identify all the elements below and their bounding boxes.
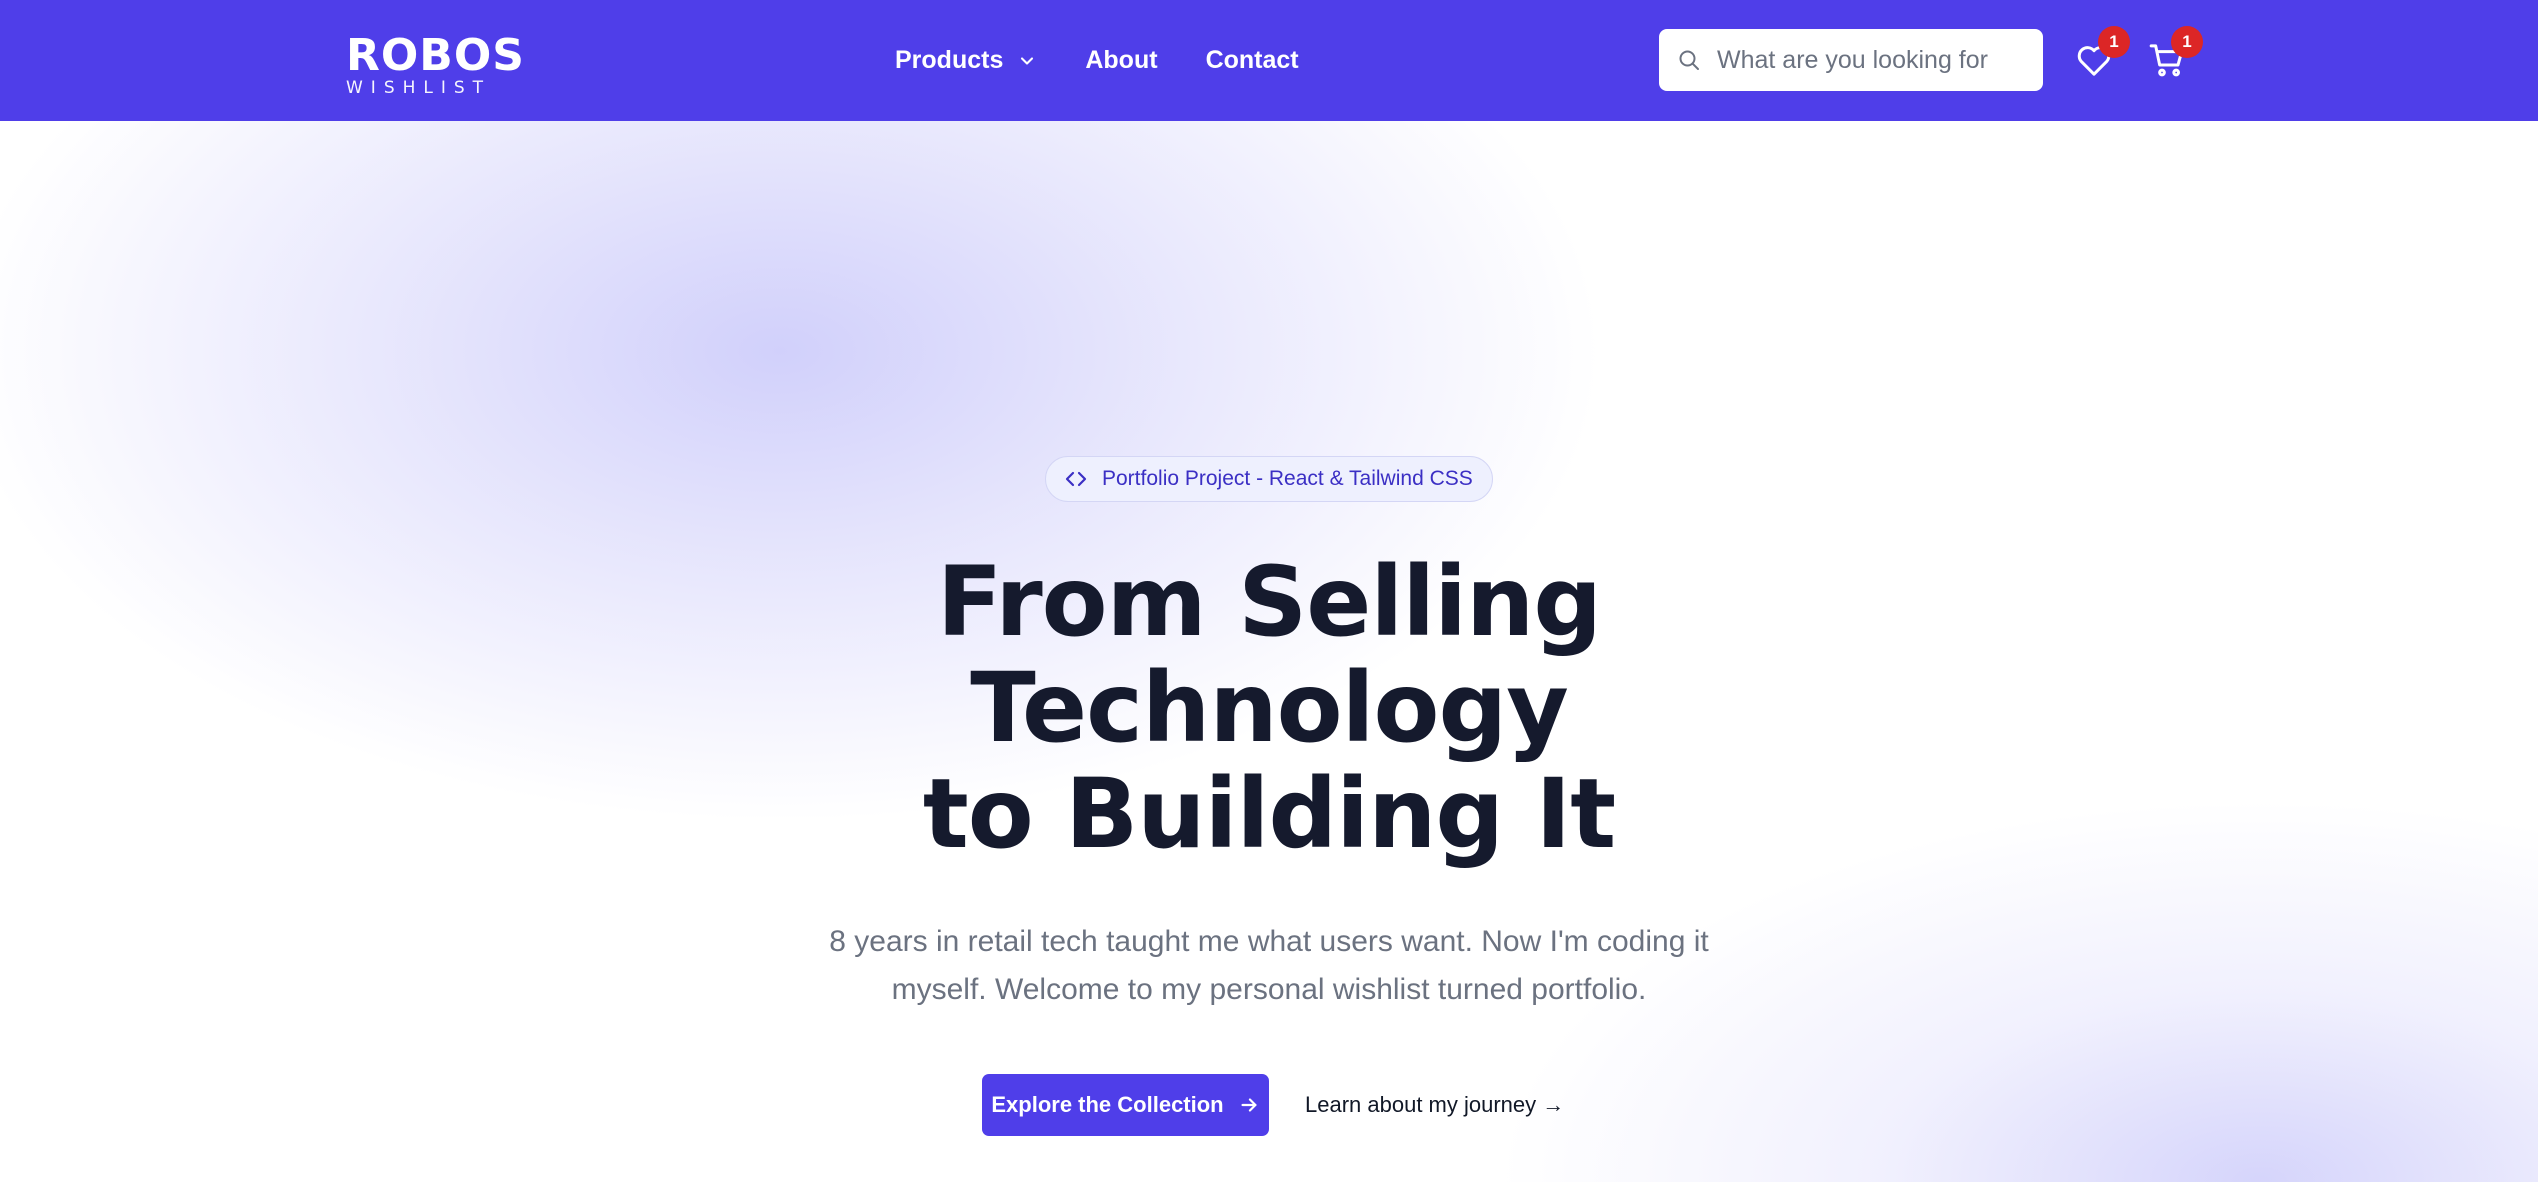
search-input[interactable] bbox=[1717, 45, 2017, 75]
headline-line: Technology bbox=[970, 652, 1569, 764]
nav-item-about[interactable]: About bbox=[1085, 46, 1157, 75]
chevron-down-icon bbox=[1021, 56, 1034, 65]
search-box bbox=[1659, 29, 2043, 91]
learn-journey-link[interactable]: Learn about my journey → bbox=[1305, 1074, 1564, 1136]
hero-subtext: 8 years in retail tech taught me what us… bbox=[0, 918, 2538, 1014]
main-nav: Products About Contact bbox=[895, 0, 1299, 121]
cart-count-badge: 1 bbox=[2171, 26, 2203, 58]
headline-line: From Selling bbox=[936, 546, 1602, 658]
search-icon bbox=[1679, 50, 1699, 70]
explore-collection-button[interactable]: Explore the Collection bbox=[982, 1074, 1269, 1136]
hero-headline: From Selling Technology to Building It bbox=[0, 549, 2538, 867]
nav-item-label: About bbox=[1085, 46, 1158, 74]
portfolio-pill: Portfolio Project - React & Tailwind CSS bbox=[1045, 456, 1493, 502]
nav-item-contact[interactable]: Contact bbox=[1206, 46, 1299, 75]
brand-name: ROBOS bbox=[346, 30, 525, 81]
pill-text: Portfolio Project - React & Tailwind CSS bbox=[1102, 467, 1473, 490]
nav-item-label: Products bbox=[895, 46, 1004, 74]
headline-line: to Building It bbox=[922, 758, 1616, 870]
nav-item-products[interactable]: Products bbox=[895, 46, 1037, 75]
hero-section: Portfolio Project - React & Tailwind CSS… bbox=[0, 121, 2538, 1182]
arrow-right-icon bbox=[1241, 1098, 1257, 1112]
brand-logo[interactable]: ROBOS WISHLIST bbox=[346, 34, 525, 97]
subtext-line: 8 years in retail tech taught me what us… bbox=[829, 925, 1709, 958]
code-icon bbox=[1065, 471, 1087, 487]
button-label: Explore the Collection bbox=[991, 1092, 1224, 1117]
cart-button[interactable]: 1 bbox=[2147, 26, 2203, 80]
wishlist-button[interactable]: 1 bbox=[2074, 26, 2130, 80]
wishlist-count-badge: 1 bbox=[2098, 26, 2130, 58]
subtext-line: myself. Welcome to my personal wishlist … bbox=[891, 973, 1647, 1006]
nav-item-label: Contact bbox=[1205, 46, 1299, 74]
top-navbar: ROBOS WISHLIST Products About Contact 1 bbox=[0, 0, 2538, 121]
brand-tagline: WISHLIST bbox=[346, 78, 492, 98]
